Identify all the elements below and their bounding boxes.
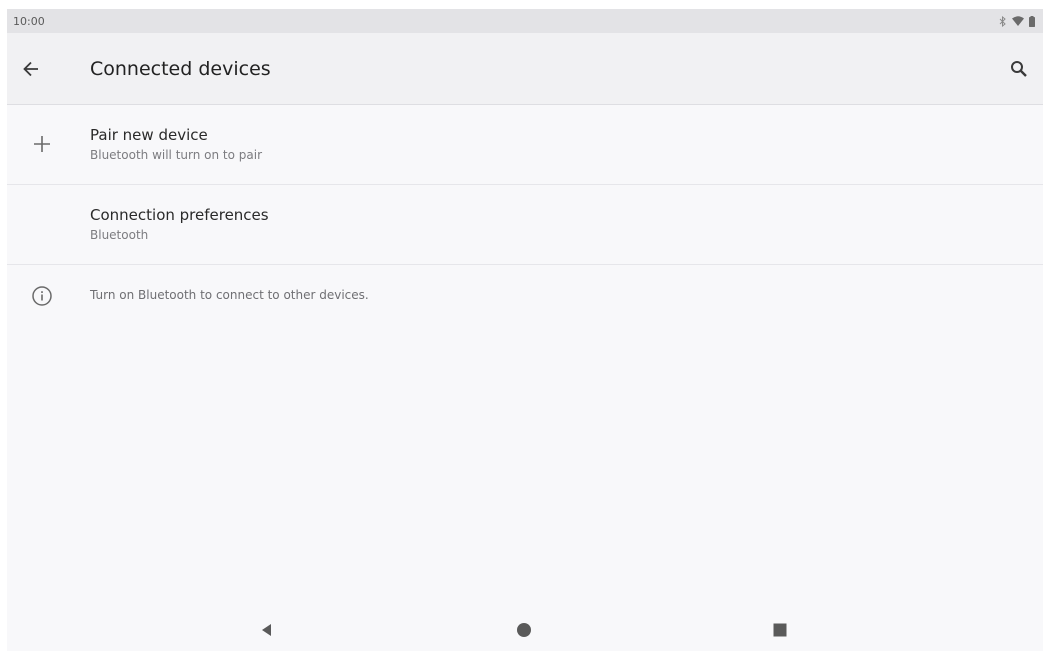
bluetooth-info-row: Turn on Bluetooth to connect to other de… (7, 265, 1043, 325)
bluetooth-icon (999, 15, 1006, 27)
back-triangle-icon (262, 624, 271, 636)
back-button[interactable] (17, 55, 45, 83)
item-title: Pair new device (90, 126, 208, 144)
info-icon (29, 283, 55, 309)
android-settings-screen: 10:00 Connected devices Pair new device … (7, 9, 1043, 651)
nav-back-button[interactable] (255, 618, 279, 642)
wifi-icon (1012, 16, 1024, 26)
status-bar: 10:00 (7, 9, 1043, 33)
pair-new-device-item[interactable]: Pair new device Bluetooth will turn on t… (7, 105, 1043, 185)
plus-icon (29, 131, 55, 157)
battery-icon (1029, 15, 1035, 27)
connection-preferences-texts: Connection preferences Bluetooth (90, 205, 269, 244)
recents-square-icon (773, 623, 787, 637)
item-summary: Bluetooth will turn on to pair (90, 148, 263, 162)
pair-new-device-texts: Pair new device Bluetooth will turn on t… (90, 125, 262, 164)
home-circle-icon (517, 623, 531, 637)
info-text: Turn on Bluetooth to connect to other de… (90, 288, 369, 302)
search-button[interactable] (1005, 55, 1033, 83)
nav-home-button[interactable] (512, 618, 536, 642)
status-time: 10:00 (13, 14, 45, 28)
navigation-bar (7, 609, 1043, 651)
item-title: Connection preferences (90, 206, 269, 224)
page-title: Connected devices (90, 58, 271, 80)
nav-recents-button[interactable] (768, 618, 792, 642)
arrow-left-icon (23, 61, 38, 77)
settings-list: Pair new device Bluetooth will turn on t… (7, 105, 1043, 325)
app-bar: Connected devices (7, 33, 1043, 105)
connection-preferences-item[interactable]: Connection preferences Bluetooth (7, 185, 1043, 265)
item-summary: Bluetooth (90, 228, 149, 242)
search-icon (1011, 61, 1027, 77)
status-icons (999, 15, 1035, 27)
